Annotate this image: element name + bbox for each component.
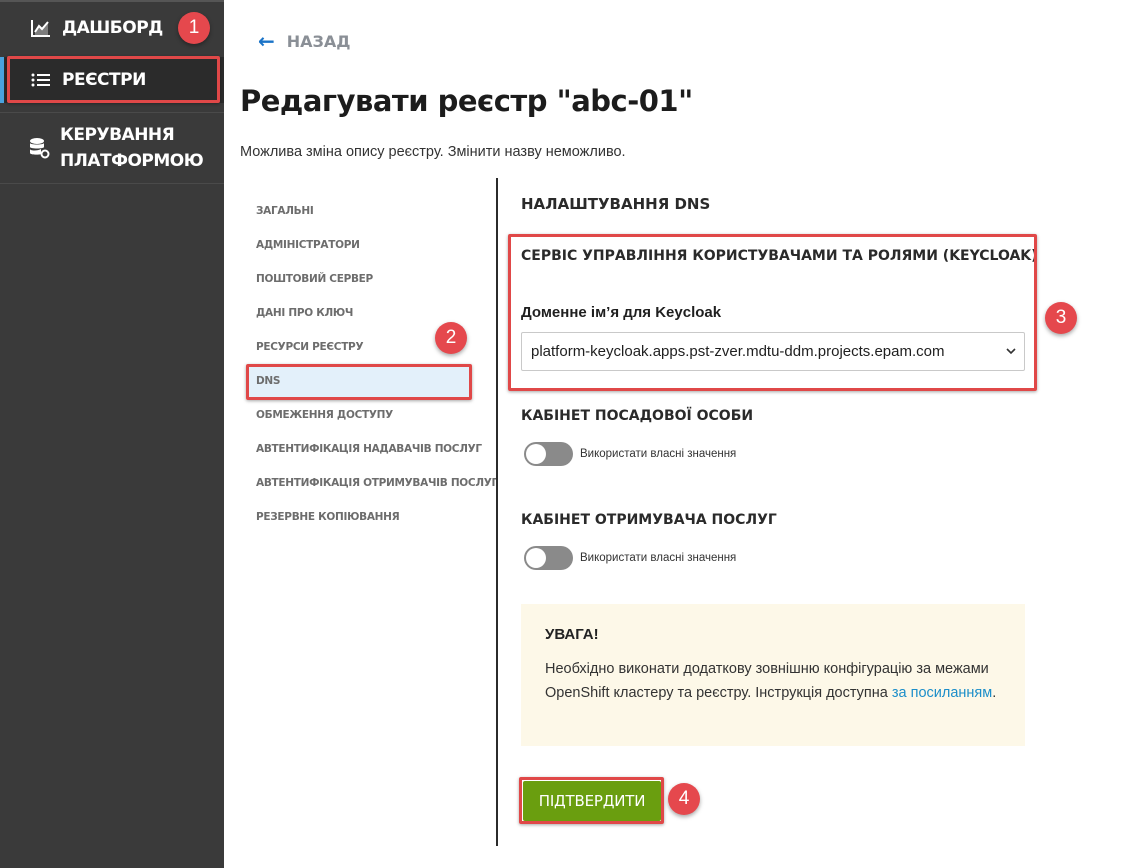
highlight-dns: [246, 364, 472, 400]
highlight-registries: [7, 56, 220, 103]
alert-text-end: .: [992, 685, 997, 701]
warning-alert: УВАГА! Необхідно виконати додаткову зовн…: [521, 604, 1025, 746]
officer-custom-values-toggle[interactable]: [524, 442, 573, 466]
page-subtitle: Можлива зміна опису реєстру. Змінити наз…: [240, 144, 626, 160]
arrow-left-icon: ←: [258, 29, 275, 53]
highlight-confirm: [519, 777, 664, 824]
label-line-1: КЕРУВАННЯ: [60, 125, 175, 145]
citizen-custom-values-toggle[interactable]: [524, 546, 573, 570]
toggle-label: Використати власні значення: [580, 448, 737, 460]
annotation-badge-1: 1: [178, 12, 210, 44]
alert-title: УВАГА!: [545, 626, 599, 643]
toggle-label: Використати власні значення: [580, 552, 737, 564]
officer-section-title: КАБІНЕТ ПОСАДОВОЇ ОСОБИ: [521, 408, 754, 424]
back-link[interactable]: ← НАЗАД: [258, 29, 351, 53]
menu-item-general[interactable]: ЗАГАЛЬНІ: [256, 205, 314, 217]
vertical-divider: [496, 178, 498, 846]
menu-item-access-restrictions[interactable]: ОБМЕЖЕННЯ ДОСТУПУ: [256, 409, 393, 421]
citizen-section-title: КАБІНЕТ ОТРИМУВАЧА ПОСЛУГ: [521, 512, 777, 528]
back-label: НАЗАД: [286, 31, 351, 51]
page-title: Редагувати реєстр "abc-01": [240, 84, 693, 118]
alert-body: Необхідно виконати додаткову зовнішню ко…: [545, 657, 1001, 705]
menu-item-recipient-auth[interactable]: АВТЕНТИФІКАЦІЯ ОТРИМУВАЧІВ ПОСЛУГ: [256, 477, 498, 489]
annotation-badge-2: 2: [435, 322, 467, 354]
chart-line-icon: [30, 17, 52, 39]
database-gear-icon: [28, 137, 50, 159]
annotation-badge-4: 4: [668, 783, 700, 815]
label-line-2: ПЛАТФОРМОЮ: [60, 151, 204, 171]
sidebar-top-line: [0, 0, 224, 2]
menu-item-backup[interactable]: РЕЗЕРВНЕ КОПІЮВАННЯ: [256, 511, 400, 523]
toggle-knob: [526, 444, 546, 464]
sidebar: ДАШБОРД РЕЄСТРИ КЕРУВАННЯ ПЛАТФОРМОЮ: [0, 0, 224, 868]
toggle-knob: [526, 548, 546, 568]
sidebar-item-label: КЕРУВАННЯ ПЛАТФОРМОЮ: [60, 122, 204, 174]
menu-item-provider-auth[interactable]: АВТЕНТИФІКАЦІЯ НАДАВАЧІВ ПОСЛУГ: [256, 443, 482, 455]
menu-item-key-data[interactable]: ДАНІ ПРО КЛЮЧ: [256, 307, 353, 319]
annotation-badge-3: 3: [1045, 302, 1077, 334]
sidebar-item-label: ДАШБОРД: [62, 18, 163, 38]
dns-section-title: НАЛАШТУВАННЯ DNS: [521, 195, 711, 213]
menu-item-registry-resources[interactable]: РЕСУРСИ РЕЄСТРУ: [256, 341, 364, 353]
sidebar-item-platform[interactable]: КЕРУВАННЯ ПЛАТФОРМОЮ: [0, 112, 224, 184]
menu-item-mail-server[interactable]: ПОШТОВИЙ СЕРВЕР: [256, 273, 373, 285]
instruction-link[interactable]: за посиланням: [892, 685, 992, 701]
menu-item-administrators[interactable]: АДМІНІСТРАТОРИ: [256, 239, 360, 251]
citizen-toggle-row: Використати власні значення: [524, 546, 736, 570]
highlight-keycloak: [508, 234, 1037, 391]
officer-toggle-row: Використати власні значення: [524, 442, 736, 466]
